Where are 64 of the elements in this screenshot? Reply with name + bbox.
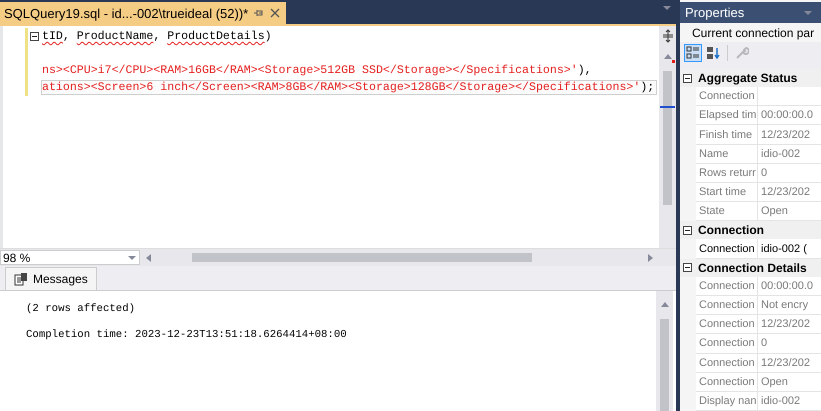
wrench-icon — [735, 46, 749, 60]
split-icon — [662, 29, 674, 43]
property-value[interactable]: idio-002 — [758, 144, 821, 163]
property-name[interactable]: Connection — [696, 372, 758, 391]
messages-icon — [14, 272, 28, 286]
property-value[interactable]: idio-002 — [758, 392, 821, 410]
scroll-up-icon[interactable] — [662, 52, 672, 62]
scroll-left-icon[interactable] — [144, 252, 154, 262]
vertical-scrollbar[interactable] — [656, 291, 673, 411]
message-text: Completion time: 2023-12-23T13:51:18.6264414+08:00 — [26, 329, 348, 341]
property-name[interactable]: Connection — [696, 354, 758, 372]
property-value[interactable]: 12/23/202 — [758, 182, 821, 202]
property-value[interactable]: 0 — [758, 164, 821, 182]
message-text: (2 rows affected) — [26, 303, 136, 315]
scroll-thumb[interactable] — [660, 319, 669, 411]
error-marker — [672, 60, 675, 63]
close-icon[interactable] — [270, 8, 280, 18]
property-name[interactable]: Connection — [696, 334, 758, 352]
collapse-icon[interactable] — [683, 226, 692, 235]
property-name[interactable]: Connection — [696, 87, 758, 106]
categorized-icon — [686, 46, 700, 60]
scroll-thumb[interactable] — [663, 71, 672, 205]
pin-icon[interactable] — [254, 8, 264, 18]
collapse-icon[interactable] — [30, 32, 39, 41]
property-name[interactable]: Connection — [696, 315, 758, 334]
property-value[interactable]: Open — [758, 372, 821, 391]
property-name[interactable]: Name — [696, 144, 758, 163]
results-tab[interactable]: Messages — [5, 267, 97, 290]
scroll-up-icon[interactable] — [660, 300, 670, 310]
object-selector[interactable]: Current connection par — [692, 26, 814, 40]
zoom-dropdown[interactable]: 98 % — [0, 250, 140, 265]
property-value[interactable]: 12/23/202 — [758, 354, 821, 372]
property-value[interactable]: idio-002 ( — [758, 239, 821, 258]
category-header[interactable]: Connection Details — [680, 258, 821, 277]
collapse-icon[interactable] — [683, 74, 692, 82]
caret-marker — [660, 106, 675, 108]
property-name[interactable]: Start time — [696, 182, 758, 202]
property-name[interactable]: State — [696, 202, 758, 220]
category-header[interactable]: Connection — [680, 221, 821, 240]
property-value[interactable]: Open — [758, 202, 821, 220]
property-name[interactable]: Connection — [696, 296, 758, 314]
category-header[interactable]: Aggregate Status — [680, 68, 821, 88]
code-line: tID, ProductName, ProductDetails) — [42, 30, 273, 43]
property-value[interactable]: 00:00:00.0 — [758, 106, 821, 124]
property-name[interactable]: Display nan — [696, 392, 758, 410]
collapse-icon[interactable] — [683, 263, 692, 272]
property-name[interactable]: Finish time — [696, 125, 758, 144]
code-line: ns><CPU>i7</CPU><RAM>16GB</RAM><Storage>512GB SSD</Storage></Specifications>'), — [42, 64, 593, 77]
toolbar-button[interactable] — [684, 44, 702, 62]
property-name[interactable]: Connection — [696, 276, 758, 295]
panel-title: Properties — [685, 5, 744, 20]
property-name[interactable]: Rows returr — [696, 164, 758, 182]
scroll-thumb[interactable] — [192, 253, 532, 262]
property-name[interactable]: Connection — [696, 239, 758, 258]
property-value[interactable]: Not encry — [758, 296, 821, 314]
property-value[interactable]: 12/23/202 — [758, 125, 821, 144]
vertical-scrollbar[interactable] — [659, 26, 676, 248]
property-name[interactable]: Elapsed tim — [696, 106, 758, 124]
sort-icon — [706, 46, 720, 60]
document-tab[interactable]: SQLQuery19.sql - id...-002\trueideal (52))* — [0, 2, 286, 24]
property-value[interactable]: 12/23/202 — [758, 315, 821, 334]
property-value[interactable]: 0 — [758, 334, 821, 352]
property-value[interactable]: 00:00:00.0 — [758, 276, 821, 295]
dropdown-icon[interactable] — [662, 3, 672, 13]
